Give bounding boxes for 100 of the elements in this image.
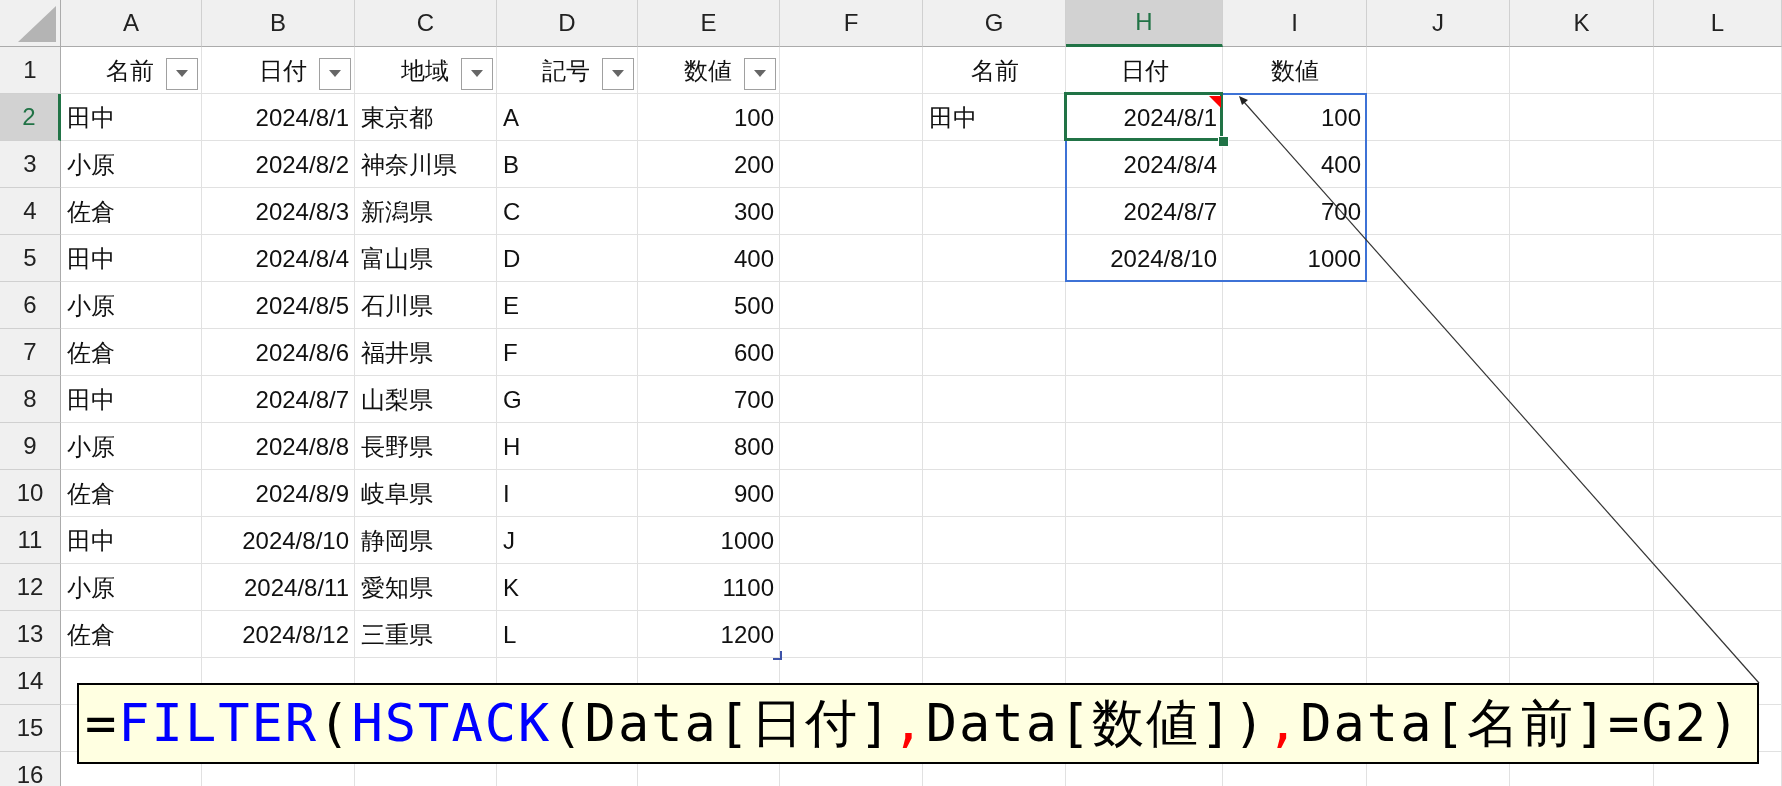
cell-value: 小原: [66, 149, 116, 180]
cell-value: 2024/8/4: [1122, 150, 1218, 179]
cell-value: 2024/8/4: [254, 244, 350, 273]
cell-value: 長野県: [360, 431, 434, 462]
cell-value: 田中: [66, 243, 116, 274]
caret-icon: [176, 70, 188, 77]
row-header[interactable]: 4: [0, 188, 61, 235]
cell-value: 800: [732, 432, 775, 461]
comment-indicator: [1209, 96, 1221, 108]
cell-value: F: [502, 338, 519, 367]
column-header[interactable]: G: [923, 0, 1066, 47]
cell-value: 東京都: [360, 102, 434, 133]
cell-value: 福井県: [360, 337, 434, 368]
cell-value: 三重県: [360, 619, 434, 650]
header-label: 記号: [541, 55, 591, 86]
cell-value: 2024/8/2: [254, 150, 350, 179]
cell-value: 1000: [1306, 244, 1362, 273]
cell-value: 田中: [66, 102, 116, 133]
row-header[interactable]: 11: [0, 517, 61, 564]
column-header[interactable]: A: [61, 0, 202, 47]
column-header[interactable]: D: [497, 0, 638, 47]
cell-value: 2024/8/12: [241, 620, 350, 649]
cell-value: 田中: [66, 384, 116, 415]
cell-value: 小原: [66, 431, 116, 462]
cell-value: 100: [732, 103, 775, 132]
cell-value: 富山県: [360, 243, 434, 274]
cell-value: 900: [732, 479, 775, 508]
cell-value: 2024/8/9: [254, 479, 350, 508]
cell-value: 田中: [66, 525, 116, 556]
fill-handle[interactable]: [1218, 136, 1229, 147]
header-label: 日付: [1119, 55, 1170, 86]
triangle-icon: [18, 6, 56, 42]
cell-value: 2024/8/6: [254, 338, 350, 367]
column-header[interactable]: I: [1223, 0, 1367, 47]
cell-value: 2024/8/1: [1122, 103, 1218, 132]
cell-value: 2024/8/11: [243, 573, 350, 602]
cell-value: 300: [732, 197, 775, 226]
column-header[interactable]: H: [1066, 0, 1223, 47]
cell-value: A: [502, 103, 520, 132]
row-header[interactable]: 2: [0, 94, 61, 141]
filter-dropdown-button[interactable]: [602, 57, 634, 90]
filter-dropdown-button[interactable]: [166, 57, 198, 90]
cell-value: 700: [732, 385, 775, 414]
cell-value: 佐倉: [66, 196, 116, 227]
row-header[interactable]: 16: [0, 752, 61, 786]
cell-value: 愛知県: [360, 572, 434, 603]
column-header[interactable]: C: [355, 0, 497, 47]
cell-value: 2024/8/7: [1122, 197, 1218, 226]
column-header[interactable]: J: [1367, 0, 1510, 47]
cell-value: D: [502, 244, 522, 273]
table-resize-handle[interactable]: [773, 651, 782, 660]
cell-value: 佐倉: [66, 478, 116, 509]
cell-value: 400: [1319, 150, 1362, 179]
header-label: 名前: [969, 55, 1020, 86]
cell-value: K: [502, 573, 520, 602]
cell-value: 佐倉: [66, 337, 116, 368]
cell-value: J: [502, 526, 516, 555]
cell-value: 2024/8/10: [241, 526, 350, 555]
row-header[interactable]: 1: [0, 47, 61, 94]
cell-value: 2024/8/10: [1109, 244, 1218, 273]
column-header[interactable]: K: [1510, 0, 1654, 47]
cell-value: 1100: [721, 573, 775, 602]
row-header[interactable]: 10: [0, 470, 61, 517]
row-header[interactable]: 13: [0, 611, 61, 658]
cell-value: 静岡県: [360, 525, 434, 556]
header-label: 数値: [1270, 55, 1320, 86]
filter-dropdown-button[interactable]: [744, 57, 776, 90]
cell-value: 1200: [719, 620, 775, 649]
column-header[interactable]: B: [202, 0, 355, 47]
caret-icon: [612, 70, 624, 77]
row-header[interactable]: 15: [0, 705, 61, 752]
filter-dropdown-button[interactable]: [461, 57, 493, 90]
header-label: 名前: [105, 55, 155, 86]
cell-value: 2024/8/5: [254, 291, 350, 320]
cell-value: 2024/8/1: [254, 103, 350, 132]
row-header[interactable]: 8: [0, 376, 61, 423]
row-header[interactable]: 14: [0, 658, 61, 705]
caret-icon: [329, 70, 341, 77]
cell-value: 田中: [928, 102, 978, 133]
cell-value: 石川県: [360, 290, 434, 321]
cell-value: 200: [732, 150, 775, 179]
column-header[interactable]: L: [1654, 0, 1782, 47]
cell-value: 岐阜県: [360, 478, 434, 509]
cell-value: I: [502, 479, 511, 508]
column-header[interactable]: E: [638, 0, 780, 47]
row-header[interactable]: 3: [0, 141, 61, 188]
cell-value: 500: [732, 291, 775, 320]
row-header[interactable]: 12: [0, 564, 61, 611]
cell-value: 神奈川県: [360, 149, 458, 180]
caret-icon: [754, 70, 766, 77]
row-header[interactable]: 5: [0, 235, 61, 282]
cell-value: 佐倉: [66, 619, 116, 650]
filter-dropdown-button[interactable]: [319, 57, 351, 90]
cell-value: 400: [732, 244, 775, 273]
caret-icon: [471, 70, 483, 77]
cell-value: 2024/8/8: [254, 432, 350, 461]
row-header[interactable]: 9: [0, 423, 61, 470]
row-header[interactable]: 7: [0, 329, 61, 376]
column-header[interactable]: F: [780, 0, 923, 47]
row-header[interactable]: 6: [0, 282, 61, 329]
